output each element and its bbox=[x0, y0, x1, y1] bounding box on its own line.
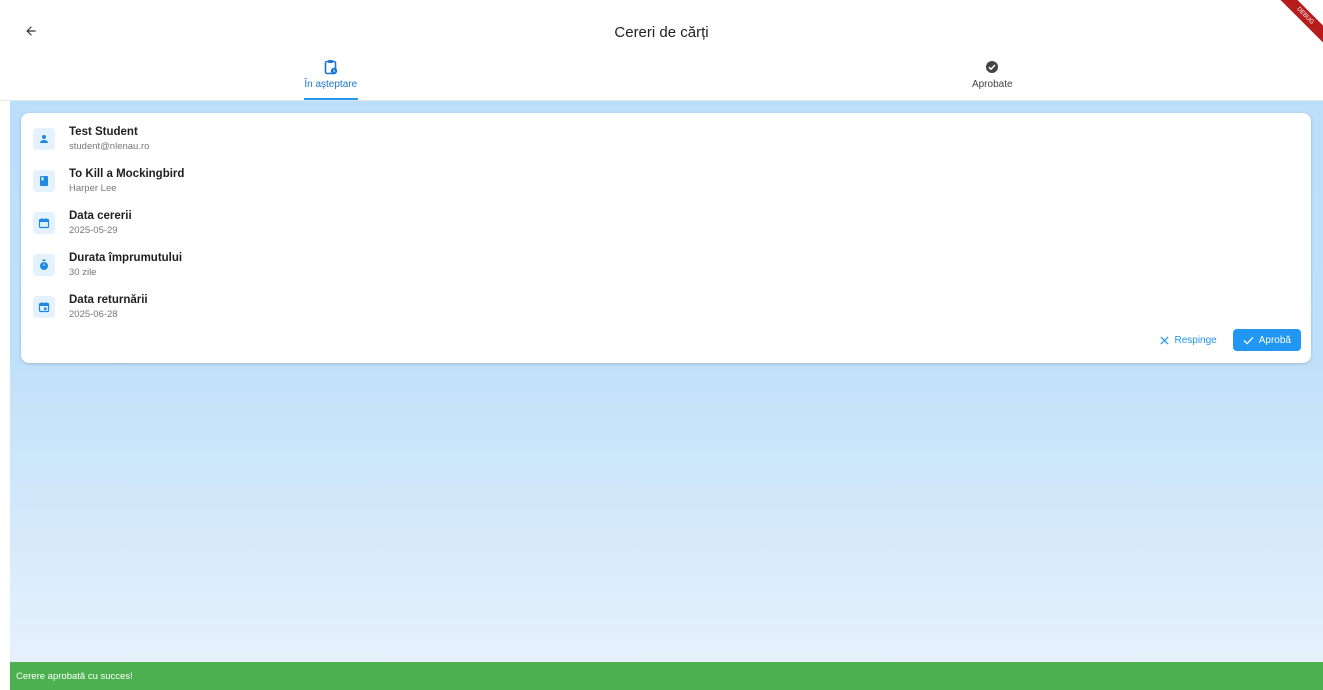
student-row: Test Student student@nlenau.ro bbox=[33, 125, 149, 153]
event-icon bbox=[33, 296, 55, 318]
timer-icon bbox=[33, 254, 55, 276]
approve-label: Aprobă bbox=[1258, 334, 1291, 346]
approve-button[interactable]: Aprobă bbox=[1232, 329, 1301, 351]
reject-label: Respinge bbox=[1174, 334, 1217, 346]
duration-row: Durata împrumutului 30 zile bbox=[33, 251, 182, 279]
tab-approved[interactable]: Aprobate bbox=[662, 56, 1323, 100]
app-bar: Cereri de cărți În așteptare Aprobate DE… bbox=[0, 0, 1323, 100]
tab-pending[interactable]: În așteptare bbox=[0, 56, 662, 100]
tab-approved-label: Aprobate bbox=[971, 79, 1013, 90]
tab-bar: În așteptare Aprobate bbox=[0, 56, 1323, 100]
reject-button[interactable]: Respinge bbox=[1152, 331, 1224, 350]
calendar-icon bbox=[33, 212, 55, 234]
pending-actions-icon bbox=[324, 58, 338, 76]
book-author: Harper Lee bbox=[69, 183, 117, 194]
student-name: Test Student bbox=[69, 126, 138, 138]
return-date-value: 2025-06-28 bbox=[69, 309, 118, 320]
person-icon bbox=[33, 128, 55, 150]
page-title: Cereri de cărți bbox=[614, 24, 709, 41]
student-email: student@nlenau.ro bbox=[69, 141, 150, 152]
book-title: To Kill a Mockingbird bbox=[69, 168, 185, 180]
duration-value: 30 zile bbox=[69, 267, 97, 278]
request-date-label: Data cererii bbox=[69, 210, 132, 222]
book-row: To Kill a Mockingbird Harper Lee bbox=[33, 167, 184, 195]
card-actions: Respinge Aprobă bbox=[1152, 329, 1301, 351]
snackbar: Cerere aprobată cu succes! bbox=[10, 662, 1323, 690]
request-card: Test Student student@nlenau.ro To Kill a… bbox=[21, 113, 1311, 363]
book-icon bbox=[33, 170, 55, 192]
requests-list: Test Student student@nlenau.ro To Kill a… bbox=[10, 101, 1323, 662]
request-date-row: Data cererii 2025-05-29 bbox=[33, 209, 132, 237]
close-icon bbox=[1160, 335, 1169, 345]
tab-pending-label: În așteptare bbox=[304, 79, 358, 90]
duration-label: Durata împrumutului bbox=[69, 252, 183, 264]
request-date-value: 2025-05-29 bbox=[69, 225, 118, 236]
check-icon bbox=[1243, 336, 1254, 345]
check-circle-icon bbox=[985, 58, 999, 76]
snackbar-message: Cerere aprobată cu succes! bbox=[16, 670, 133, 682]
return-date-row: Data returnării 2025-06-28 bbox=[33, 293, 148, 321]
return-date-label: Data returnării bbox=[69, 294, 148, 306]
